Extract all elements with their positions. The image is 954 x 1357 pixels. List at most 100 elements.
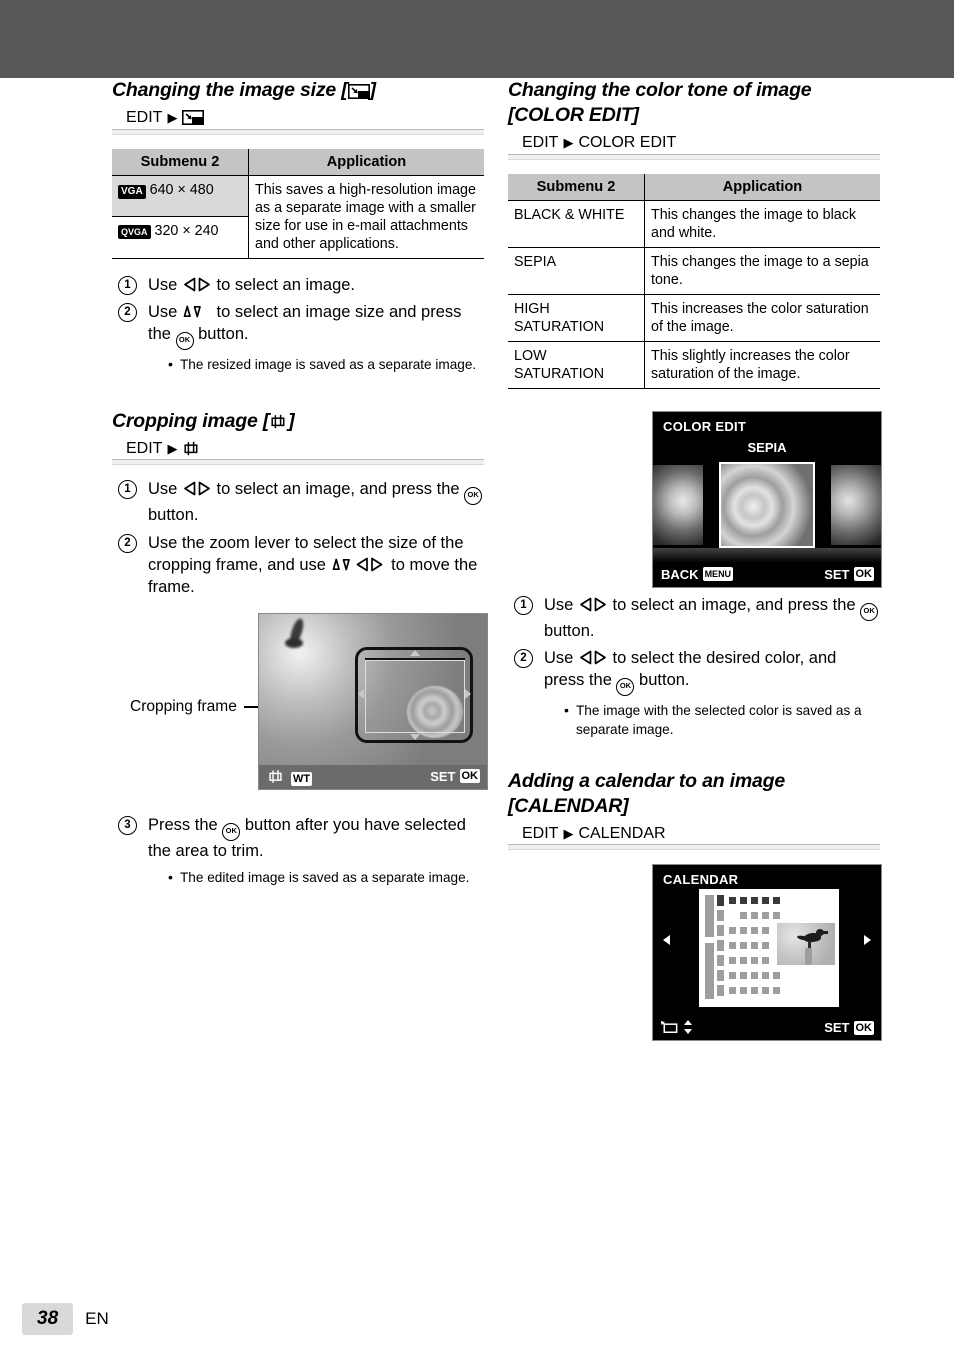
crop-icon: [182, 441, 201, 456]
breadcrumb-target-label: COLOR EDIT: [578, 133, 677, 151]
left-right-arrows-icon: [182, 277, 212, 292]
ok-button-icon: OK: [860, 602, 879, 621]
section-heading-cropping-text: Cropping image [: [112, 409, 270, 432]
breadcrumb-edit-label: EDIT: [522, 133, 559, 151]
step-text: Press the: [148, 815, 223, 834]
calendar-preview: [699, 889, 839, 1008]
section-heading-color-edit-line2: [COLOR EDIT]: [508, 103, 639, 126]
step-item: 2 Use the zoom lever to select the size o…: [118, 533, 484, 599]
step-item: 3 Press the OK button after you have sele…: [118, 815, 484, 863]
note-text: The resized image is saved as a separate…: [168, 355, 484, 374]
cell-size-qvga: QVGA 320 × 240: [112, 216, 249, 259]
ok-button-icon: OK: [222, 822, 241, 841]
steps-color-edit: 1 Use to select an image, and press the O…: [508, 595, 880, 697]
left-arrow-icon[interactable]: [663, 935, 670, 946]
ok-button-icon: OK: [464, 487, 483, 506]
step-text: button.: [544, 621, 595, 640]
step-number: 1: [118, 275, 137, 295]
ok-badge-icon: OK: [459, 769, 480, 784]
cell-option-desc: This slightly increases the color satura…: [644, 341, 880, 389]
column-header-application: Application: [644, 173, 880, 201]
right-arrow-icon: [465, 688, 471, 699]
note-image-size: The resized image is saved as a separate…: [112, 355, 484, 374]
screen-bottom-bar: BACK MENU SET OK: [653, 562, 881, 587]
menu-badge-icon: MENU: [702, 567, 734, 581]
table-row: BLACK & WHITE This changes the image to …: [508, 200, 880, 248]
figure-caption-cropping-frame: Cropping frame: [130, 697, 237, 715]
column-header-submenu2: Submenu 2: [508, 173, 645, 201]
thumbnail-selected[interactable]: [719, 461, 815, 548]
set-control[interactable]: SET OK: [430, 769, 480, 784]
step-item: 1 Use to select an image, and press the O…: [514, 595, 880, 643]
page-number: 38: [22, 1303, 74, 1335]
step-text: Use: [544, 595, 578, 614]
page-header-band: [0, 0, 954, 78]
section-heading-calendar-line2: [CALENDAR]: [508, 794, 629, 817]
step-item: 1 Use to select an image.: [118, 275, 484, 297]
cell-option-desc: This changes the image to black and whit…: [644, 200, 880, 248]
column-header-submenu2: Submenu 2: [112, 148, 249, 176]
ok-button-icon: OK: [616, 678, 635, 697]
section-heading-calendar-line1: Adding a calendar to an image: [508, 769, 786, 792]
thumbnail-previous[interactable]: [653, 464, 703, 545]
set-label: SET: [824, 1020, 850, 1036]
figure-color-edit: COLOR EDIT SEPIA BACK MENU SET OK: [508, 410, 882, 595]
camera-screen-color-edit: COLOR EDIT SEPIA BACK MENU SET OK: [652, 410, 882, 588]
crop-icon: [267, 769, 285, 789]
section-heading-cropping-suffix: ]: [288, 409, 295, 432]
left-right-arrows-icon: [182, 481, 212, 496]
up-down-left-right-arrows-icon: [331, 557, 387, 572]
section-heading-calendar: Adding a calendar to an image [CALENDAR]: [508, 769, 880, 819]
steps-image-size: 1 Use to select an image. 2 Use to select …: [112, 275, 484, 351]
page-footer: 38 EN: [22, 1303, 109, 1335]
cell-size-vga-label: 640 × 480: [149, 181, 214, 198]
cell-option-desc: This changes the image to a sepia tone.: [644, 247, 880, 295]
step-item: 2 Use to select an image size and press t…: [118, 302, 484, 351]
step-text: Use: [148, 480, 182, 499]
qvga-badge-icon: QVGA: [118, 225, 151, 240]
cropping-frame-inner: [365, 659, 465, 733]
steps-cropping-continued: 3 Press the OK button after you have sele…: [112, 815, 484, 863]
page-language: EN: [85, 1309, 109, 1328]
right-arrow-icon[interactable]: [864, 935, 871, 946]
step-text: Use: [148, 275, 182, 294]
step-number: 2: [118, 303, 137, 323]
preview-detail: [285, 637, 303, 648]
table-image-size: Submenu 2 Application VGA 640 × 480 This…: [112, 148, 484, 259]
ok-badge-icon: OK: [853, 567, 874, 581]
crop-icon: [269, 411, 288, 428]
screen-bottom-bar: SET OK: [653, 1016, 881, 1041]
note-text: The edited image is saved as a separate …: [168, 868, 484, 887]
section-heading-image-size: Changing the image size []: [112, 78, 484, 103]
note-text: The image with the selected color is sav…: [564, 701, 880, 738]
note-color-edit: The image with the selected color is sav…: [508, 701, 880, 738]
cell-option-name: HIGH SATURATION: [508, 294, 645, 342]
divider: [112, 459, 484, 466]
resize-icon: [347, 81, 370, 99]
step-number: 1: [118, 480, 137, 500]
step-text: Use: [544, 649, 578, 668]
cell-size-vga: VGA 640 × 480: [112, 175, 249, 218]
section-heading-cropping: Cropping image []: [112, 409, 484, 434]
breadcrumb-color-edit: EDIT ▶ COLOR EDIT: [508, 134, 880, 152]
calendar-layout-control[interactable]: [660, 1019, 693, 1040]
table-row: HIGH SATURATION This increases the color…: [508, 294, 880, 342]
back-control[interactable]: BACK MENU: [661, 567, 734, 582]
up-down-arrows-icon: [182, 304, 212, 319]
section-heading-color-edit-line1: Changing the color tone of image: [508, 79, 812, 101]
cropping-frame-topline: [365, 657, 465, 660]
breadcrumb-edit-label: EDIT: [126, 108, 163, 126]
column-header-application: Application: [248, 148, 484, 176]
breadcrumb-calendar: EDIT ▶ CALENDAR: [508, 825, 880, 843]
left-right-arrows-icon: [578, 650, 608, 665]
resize-icon: [182, 110, 205, 126]
down-arrow-icon: [410, 733, 420, 740]
step-number: 2: [118, 534, 137, 554]
thumbnail-next[interactable]: [831, 464, 881, 545]
set-control[interactable]: SET OK: [824, 1020, 874, 1035]
camera-screen-calendar: CALENDAR SET OK: [652, 864, 882, 1042]
vga-badge-icon: VGA: [118, 184, 146, 199]
screen-title: CALENDAR: [663, 872, 739, 888]
step-item: 1 Use to select an image, and press the O…: [118, 479, 484, 527]
set-control[interactable]: SET OK: [824, 567, 874, 582]
